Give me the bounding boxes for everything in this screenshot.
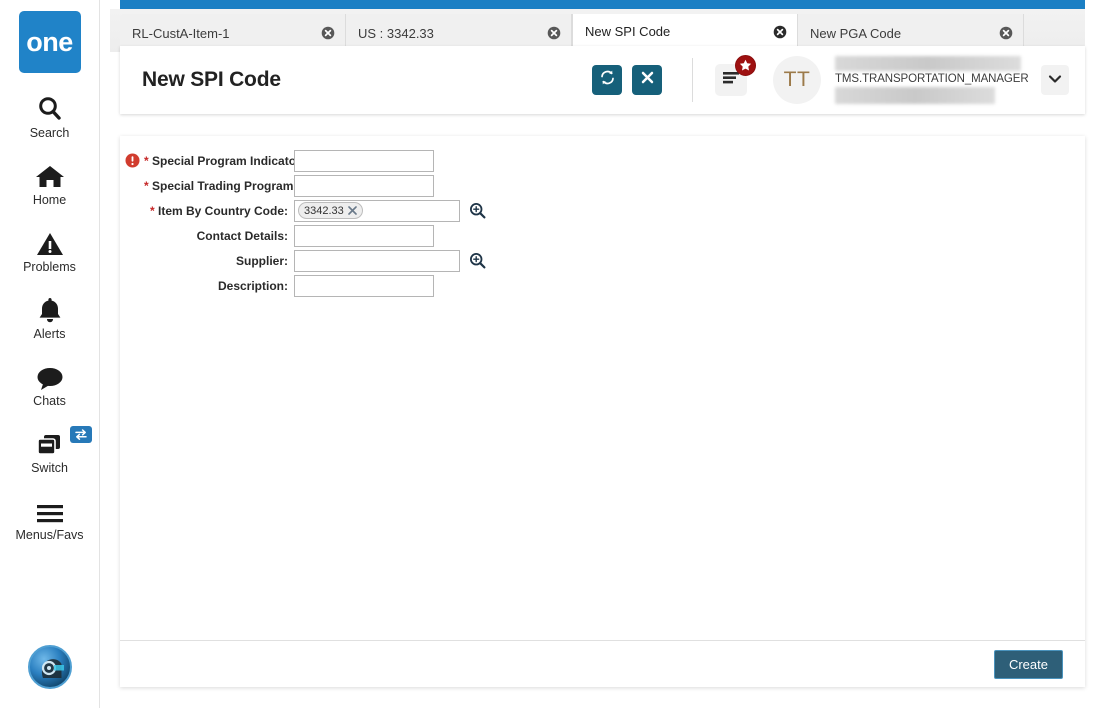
- form-row-item-by-country-code: * Item By Country Code: 3342.33: [120, 198, 1085, 223]
- field-label: Description:: [217, 278, 288, 293]
- create-button[interactable]: Create: [993, 649, 1063, 679]
- tab-label: US : 3342.33: [358, 25, 434, 41]
- app-root: one Search Home Problems Alerts Chats Sw…: [0, 0, 1102, 708]
- sidebar-item-label: Switch: [31, 461, 68, 475]
- magnifier-plus-icon[interactable]: [469, 202, 486, 219]
- required-asterisk: *: [144, 178, 149, 193]
- app-logo-text: one: [26, 26, 73, 57]
- swap-arrows-icon[interactable]: [69, 426, 92, 443]
- form-row-special-program-indicator: * Special Program Indicator:: [120, 148, 1085, 173]
- sidebar-item-problems[interactable]: Problems: [0, 225, 100, 274]
- bell-icon: [33, 292, 67, 324]
- form-fields-area: * Special Program Indicator: * Special T…: [120, 136, 1085, 640]
- form-row-special-trading-program: * Special Trading Program:: [120, 173, 1085, 198]
- field-label: * Special Trading Program:: [144, 178, 298, 193]
- search-icon: [33, 91, 67, 123]
- tab-label: New SPI Code: [585, 24, 671, 39]
- avatar[interactable]: TT: [773, 56, 821, 104]
- user-menu-button[interactable]: [1041, 65, 1069, 95]
- sidebar-item-label: Chats: [33, 394, 66, 408]
- close-icon[interactable]: [999, 26, 1013, 40]
- special-program-indicator-input[interactable]: [294, 149, 434, 172]
- page-header: New SPI Code TT TMS.TRANSPORTATION_MANAG…: [120, 46, 1085, 114]
- chat-bubble-icon: [33, 359, 67, 391]
- ai-head-avatar-icon[interactable]: [28, 645, 72, 689]
- sidebar-item-switch[interactable]: Switch: [0, 426, 100, 475]
- tab-label: New PGA Code: [810, 25, 902, 41]
- chevron-down-icon: [1048, 71, 1062, 89]
- home-icon: [33, 158, 67, 190]
- refresh-icon: [599, 69, 616, 91]
- supplier-input[interactable]: [294, 249, 460, 272]
- sidebar-item-label: Alerts: [33, 327, 66, 341]
- item-by-country-code-input[interactable]: 3342.33: [294, 199, 460, 222]
- error-exclamation-icon: [120, 153, 144, 168]
- field-label: Contact Details:: [196, 228, 288, 243]
- magnifier-plus-icon[interactable]: [469, 252, 486, 269]
- left-sidebar: one Search Home Problems Alerts Chats Sw…: [0, 0, 100, 708]
- sidebar-item-home[interactable]: Home: [0, 158, 100, 207]
- page-title: New SPI Code: [142, 68, 281, 91]
- hamburger-icon: [33, 493, 67, 525]
- form-panel: * Special Program Indicator: * Special T…: [120, 136, 1085, 687]
- header-divider: [692, 58, 693, 102]
- redacted-bar-bottom: [835, 87, 995, 104]
- special-trading-program-input[interactable]: [294, 174, 434, 197]
- chip-label: 3342.33: [304, 204, 344, 217]
- field-label: Supplier:: [235, 253, 288, 268]
- warning-triangle-icon: [33, 225, 67, 257]
- user-info-block[interactable]: TMS.TRANSPORTATION_MANAGER: [835, 55, 1029, 105]
- sidebar-item-label: Menus/Favs: [15, 528, 84, 542]
- close-icon[interactable]: [321, 26, 335, 40]
- top-accent-bar: [120, 0, 1085, 9]
- form-row-supplier: Supplier:: [120, 248, 1085, 273]
- close-icon[interactable]: [547, 26, 561, 40]
- chip-remove-x-icon[interactable]: [347, 206, 357, 215]
- sidebar-item-search[interactable]: Search: [0, 91, 100, 140]
- close-button[interactable]: [632, 65, 662, 95]
- sidebar-item-label: Problems: [23, 260, 76, 274]
- user-name: TMS.TRANSPORTATION_MANAGER: [835, 73, 1029, 85]
- tab-label: RL-CustA-Item-1: [132, 25, 230, 41]
- sidebar-item-alerts[interactable]: Alerts: [0, 292, 100, 341]
- sidebar-item-menus-favs[interactable]: Menus/Favs: [0, 493, 100, 542]
- description-input[interactable]: [294, 274, 434, 297]
- app-logo[interactable]: one: [18, 11, 81, 73]
- close-icon[interactable]: [773, 25, 787, 39]
- form-row-contact-details: Contact Details:: [120, 223, 1085, 248]
- switch-windows-icon: [33, 426, 67, 458]
- required-asterisk: *: [149, 203, 155, 218]
- form-row-description: Description:: [120, 273, 1085, 298]
- form-footer: Create: [120, 641, 1085, 687]
- sidebar-item-chats[interactable]: Chats: [0, 359, 100, 408]
- contact-details-input[interactable]: [294, 224, 434, 247]
- field-label: * Item By Country Code:: [149, 203, 288, 218]
- refresh-button[interactable]: [592, 65, 622, 95]
- selected-value-chip: 3342.33: [298, 202, 363, 219]
- menu-button[interactable]: [715, 55, 756, 96]
- close-x-icon: [640, 70, 655, 90]
- sidebar-item-label: Home: [32, 193, 67, 207]
- field-label: * Special Program Indicator:: [144, 153, 305, 168]
- sidebar-item-label: Search: [29, 126, 70, 140]
- star-icon: [735, 55, 756, 76]
- avatar-initials: TT: [783, 68, 811, 91]
- required-asterisk: *: [144, 153, 149, 168]
- redacted-bar-top: [835, 56, 1021, 71]
